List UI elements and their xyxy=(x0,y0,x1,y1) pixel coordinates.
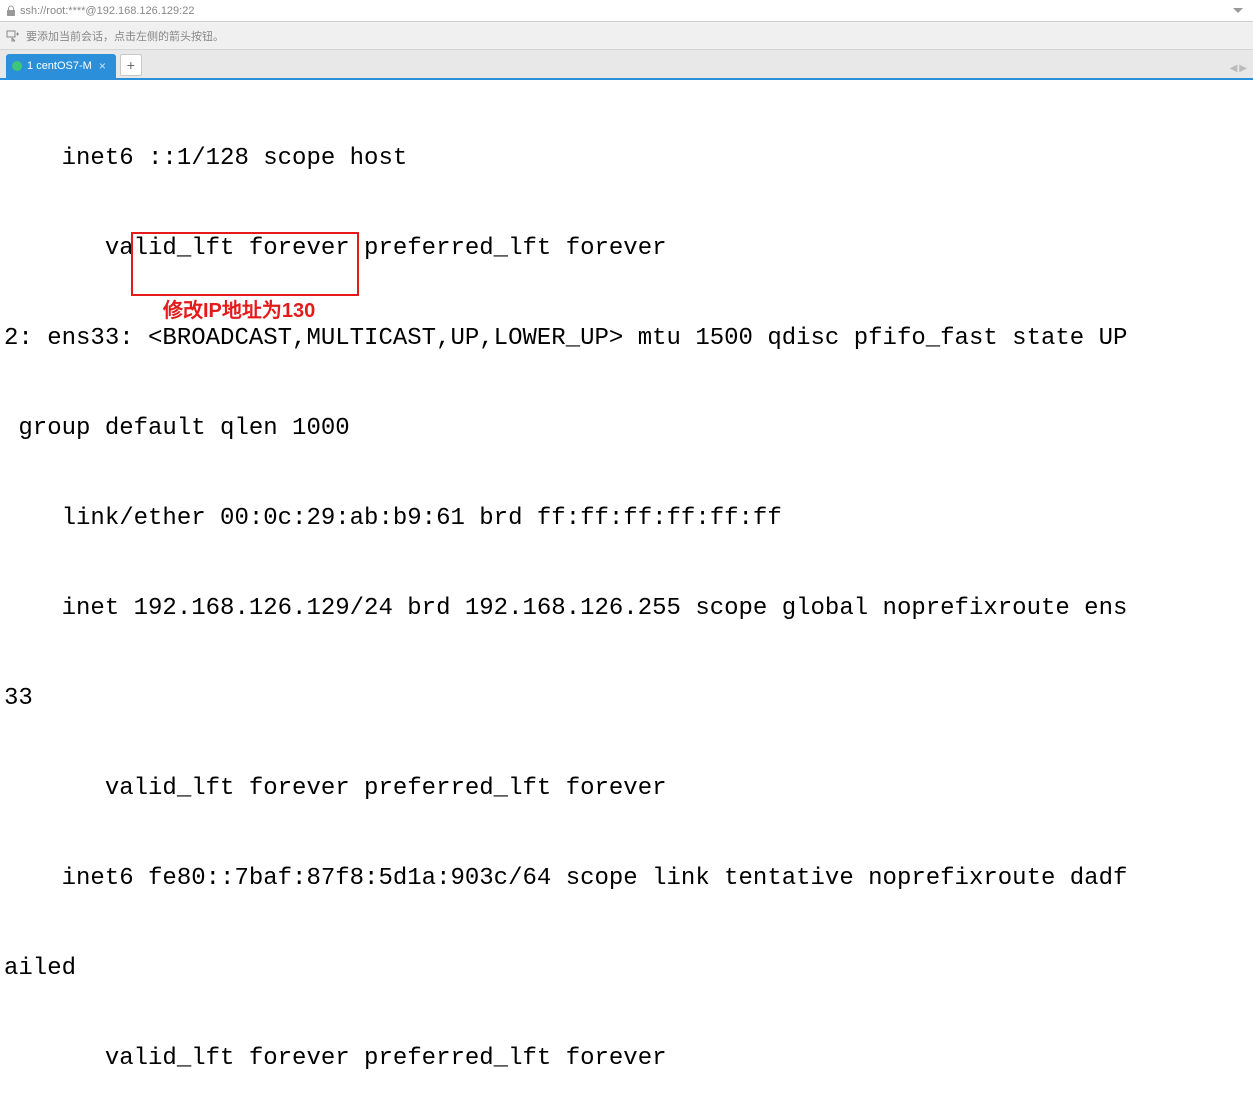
terminal-line: 2: ens33: <BROADCAST,MULTICAST,UP,LOWER_… xyxy=(4,324,1249,354)
status-dot-icon xyxy=(12,61,22,71)
terminal-line: ailed xyxy=(4,954,1249,984)
terminal-line: link/ether 00:0c:29:ab:b9:61 brd ff:ff:f… xyxy=(4,504,1249,534)
hint-text: 要添加当前会话，点击左侧的箭头按钮。 xyxy=(26,28,224,44)
tab-title: centOS7-M xyxy=(36,60,92,72)
chevron-down-icon[interactable] xyxy=(1233,5,1243,17)
add-session-icon[interactable] xyxy=(6,30,20,42)
close-icon[interactable]: × xyxy=(99,59,106,73)
terminal-line: valid_lft forever preferred_lft forever xyxy=(4,1044,1249,1074)
connection-url: ssh://root:****@192.168.126.129:22 xyxy=(20,5,194,17)
tab-next-icon[interactable]: ▶ xyxy=(1239,63,1247,74)
add-tab-button[interactable]: + xyxy=(120,54,142,76)
terminal-line: valid_lft forever preferred_lft forever xyxy=(4,774,1249,804)
annotation-text: 修改IP地址为130 xyxy=(163,299,315,324)
hint-bar: 要添加当前会话，点击左侧的箭头按钮。 xyxy=(0,22,1253,50)
terminal-line: valid_lft forever preferred_lft forever xyxy=(4,234,1249,264)
tab-nav: ◀ ▶ xyxy=(1230,63,1247,74)
terminal-line: inet 192.168.126.129/24 brd 192.168.126.… xyxy=(4,594,1249,624)
tab-bar: 1 centOS7-M × + ◀ ▶ xyxy=(0,50,1253,80)
tab-centos7[interactable]: 1 centOS7-M × xyxy=(6,54,116,78)
terminal-output[interactable]: inet6 ::1/128 scope host valid_lft forev… xyxy=(0,80,1253,1100)
terminal-line: 33 xyxy=(4,684,1249,714)
terminal-line: inet6 ::1/128 scope host xyxy=(4,144,1249,174)
lock-icon xyxy=(6,5,16,17)
title-bar: ssh://root:****@192.168.126.129:22 xyxy=(0,0,1253,22)
terminal-line: inet6 fe80::7baf:87f8:5d1a:903c/64 scope… xyxy=(4,864,1249,894)
tab-prev-icon[interactable]: ◀ xyxy=(1230,63,1238,74)
terminal-line: group default qlen 1000 xyxy=(4,414,1249,444)
